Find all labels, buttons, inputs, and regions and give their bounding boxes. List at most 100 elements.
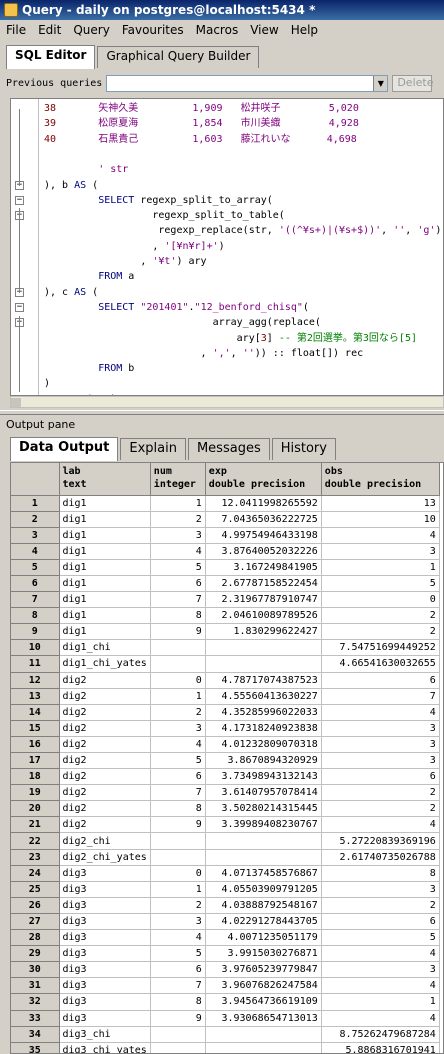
cell-lab[interactable]: dig3_chi_yates — [59, 1042, 151, 1053]
table-row[interactable]: 30 dig3 6 3.97605239779847 3 — [11, 961, 440, 979]
table-row[interactable]: 3 dig1 3 4.99754946433198 4 — [11, 527, 440, 544]
cell-exp[interactable] — [205, 1042, 322, 1053]
cell-exp[interactable]: 3.61407957078414 — [205, 784, 322, 802]
cell-lab[interactable]: dig2 — [59, 736, 151, 754]
cell-num[interactable] — [150, 832, 206, 850]
cell-lab[interactable]: dig2 — [59, 704, 151, 721]
fold-toggle-icon[interactable]: − — [15, 195, 24, 205]
cell-num[interactable]: 2 — [150, 511, 206, 528]
row-number[interactable]: 13 — [11, 688, 60, 705]
cell-num[interactable]: 4 — [150, 736, 206, 754]
menu-file[interactable]: File — [6, 23, 26, 37]
cell-num[interactable]: 0 — [150, 865, 206, 882]
table-row[interactable]: 31 dig3 7 3.96076826247584 4 — [11, 977, 440, 995]
cell-obs[interactable]: 6 — [321, 768, 440, 786]
cell-lab[interactable]: dig2 — [59, 800, 151, 818]
menu-favourites[interactable]: Favourites — [122, 23, 184, 37]
cell-exp[interactable] — [205, 849, 322, 866]
cell-exp[interactable]: 3.97605239779847 — [205, 961, 322, 979]
cell-num[interactable]: 9 — [150, 816, 206, 834]
row-number[interactable]: 20 — [11, 800, 60, 818]
row-number[interactable]: 31 — [11, 977, 60, 995]
table-row[interactable]: 12 dig2 0 4.78717074387523 6 — [11, 672, 440, 689]
tab-messages[interactable]: Messages — [187, 438, 270, 460]
cell-exp[interactable]: 3.9915030276871 — [205, 945, 322, 963]
cell-lab[interactable]: dig2 — [59, 816, 151, 834]
cell-exp[interactable]: 4.99754946433198 — [205, 527, 322, 544]
cell-exp[interactable]: 4.17318240923838 — [205, 720, 322, 737]
cell-obs[interactable]: 2 — [321, 784, 440, 802]
column-header-obs[interactable]: obs double precision — [321, 463, 440, 496]
cell-obs[interactable]: 3 — [321, 720, 440, 737]
row-number[interactable]: 9 — [11, 623, 60, 641]
cell-exp[interactable] — [205, 639, 322, 657]
row-number[interactable]: 34 — [11, 1026, 60, 1043]
menu-help[interactable]: Help — [291, 23, 318, 37]
column-header-exp[interactable]: exp double precision — [205, 463, 322, 496]
cell-obs[interactable]: 5 — [321, 929, 440, 947]
previous-queries-select[interactable]: ▼ — [106, 74, 389, 92]
table-row[interactable]: 29 dig3 5 3.9915030276871 4 — [11, 945, 440, 963]
tab-explain[interactable]: Explain — [120, 438, 186, 460]
cell-exp[interactable]: 2.04610089789526 — [205, 607, 322, 625]
table-row[interactable]: 26 dig3 2 4.03888792548167 2 — [11, 897, 440, 914]
tab-history[interactable]: History — [271, 438, 336, 460]
cell-lab[interactable]: dig2 — [59, 720, 151, 737]
table-row[interactable]: 27 dig3 3 4.02291278443705 6 — [11, 913, 440, 931]
row-number[interactable]: 32 — [11, 993, 60, 1011]
table-row[interactable]: 13 dig2 1 4.55560413630227 7 — [11, 688, 440, 705]
table-row[interactable]: 4 dig1 4 3.87640052032226 3 — [11, 543, 440, 560]
row-number[interactable]: 27 — [11, 913, 60, 931]
cell-obs[interactable]: 2 — [321, 897, 440, 914]
table-row[interactable]: 10 dig1_chi 7.54751699449252 — [11, 639, 440, 657]
cell-obs[interactable]: 4 — [321, 1010, 440, 1027]
cell-obs[interactable]: 3 — [321, 961, 440, 979]
table-row[interactable]: 9 dig1 9 1.830299622427 2 — [11, 623, 440, 641]
cell-obs[interactable]: 7 — [321, 688, 440, 705]
cell-num[interactable]: 8 — [150, 800, 206, 818]
fold-toggle-icon[interactable]: − — [15, 302, 24, 312]
row-number[interactable]: 21 — [11, 816, 60, 834]
cell-lab[interactable]: dig3 — [59, 929, 151, 947]
cell-exp[interactable]: 2.67787158522454 — [205, 575, 322, 593]
cell-num[interactable]: 6 — [150, 575, 206, 593]
table-row[interactable]: 2 dig1 2 7.04365036222725 10 — [11, 511, 440, 528]
row-number[interactable]: 5 — [11, 559, 60, 576]
cell-num[interactable]: 8 — [150, 607, 206, 625]
cell-num[interactable]: 1 — [150, 495, 206, 512]
row-number[interactable]: 25 — [11, 881, 60, 898]
row-number[interactable]: 11 — [11, 655, 60, 673]
row-number[interactable]: 10 — [11, 639, 60, 657]
cell-lab[interactable]: dig3 — [59, 881, 151, 898]
cell-num[interactable]: 1 — [150, 688, 206, 705]
tab-data-output[interactable]: Data Output — [10, 437, 119, 461]
row-number[interactable]: 2 — [11, 511, 60, 528]
cell-obs[interactable]: 5.27220839369196 — [321, 832, 440, 850]
cell-obs[interactable]: 4 — [321, 816, 440, 834]
cell-obs[interactable]: 10 — [321, 511, 440, 528]
tab-sql-editor[interactable]: SQL Editor — [6, 45, 96, 69]
cell-exp[interactable] — [205, 655, 322, 673]
cell-obs[interactable]: 2 — [321, 607, 440, 625]
cell-obs[interactable]: 4 — [321, 977, 440, 995]
cell-exp[interactable]: 4.05503909791205 — [205, 881, 322, 898]
cell-exp[interactable]: 3.73498943132143 — [205, 768, 322, 786]
cell-exp[interactable] — [205, 832, 322, 850]
table-row[interactable]: 17 dig2 5 3.8670894320929 3 — [11, 752, 440, 770]
table-row[interactable]: 21 dig2 9 3.39989408230767 4 — [11, 816, 440, 834]
table-row[interactable]: 35 dig3_chi_yates 5.8868316701941 — [11, 1042, 440, 1053]
cell-obs[interactable]: 7.54751699449252 — [321, 639, 440, 657]
cell-exp[interactable]: 4.35285996022033 — [205, 704, 322, 721]
row-number[interactable]: 22 — [11, 832, 60, 850]
cell-exp[interactable]: 4.02291278443705 — [205, 913, 322, 931]
table-row[interactable]: 34 dig3_chi 8.75262479687284 — [11, 1026, 440, 1043]
cell-num[interactable]: 8 — [150, 993, 206, 1011]
cell-obs[interactable]: 5 — [321, 575, 440, 593]
scrollbar-thumb[interactable] — [11, 398, 21, 407]
table-row[interactable]: 25 dig3 1 4.05503909791205 3 — [11, 881, 440, 898]
cell-num[interactable]: 5 — [150, 752, 206, 770]
cell-num[interactable]: 2 — [150, 704, 206, 721]
cell-lab[interactable]: dig1 — [59, 591, 151, 609]
row-number[interactable]: 6 — [11, 575, 60, 593]
cell-exp[interactable]: 3.39989408230767 — [205, 816, 322, 834]
